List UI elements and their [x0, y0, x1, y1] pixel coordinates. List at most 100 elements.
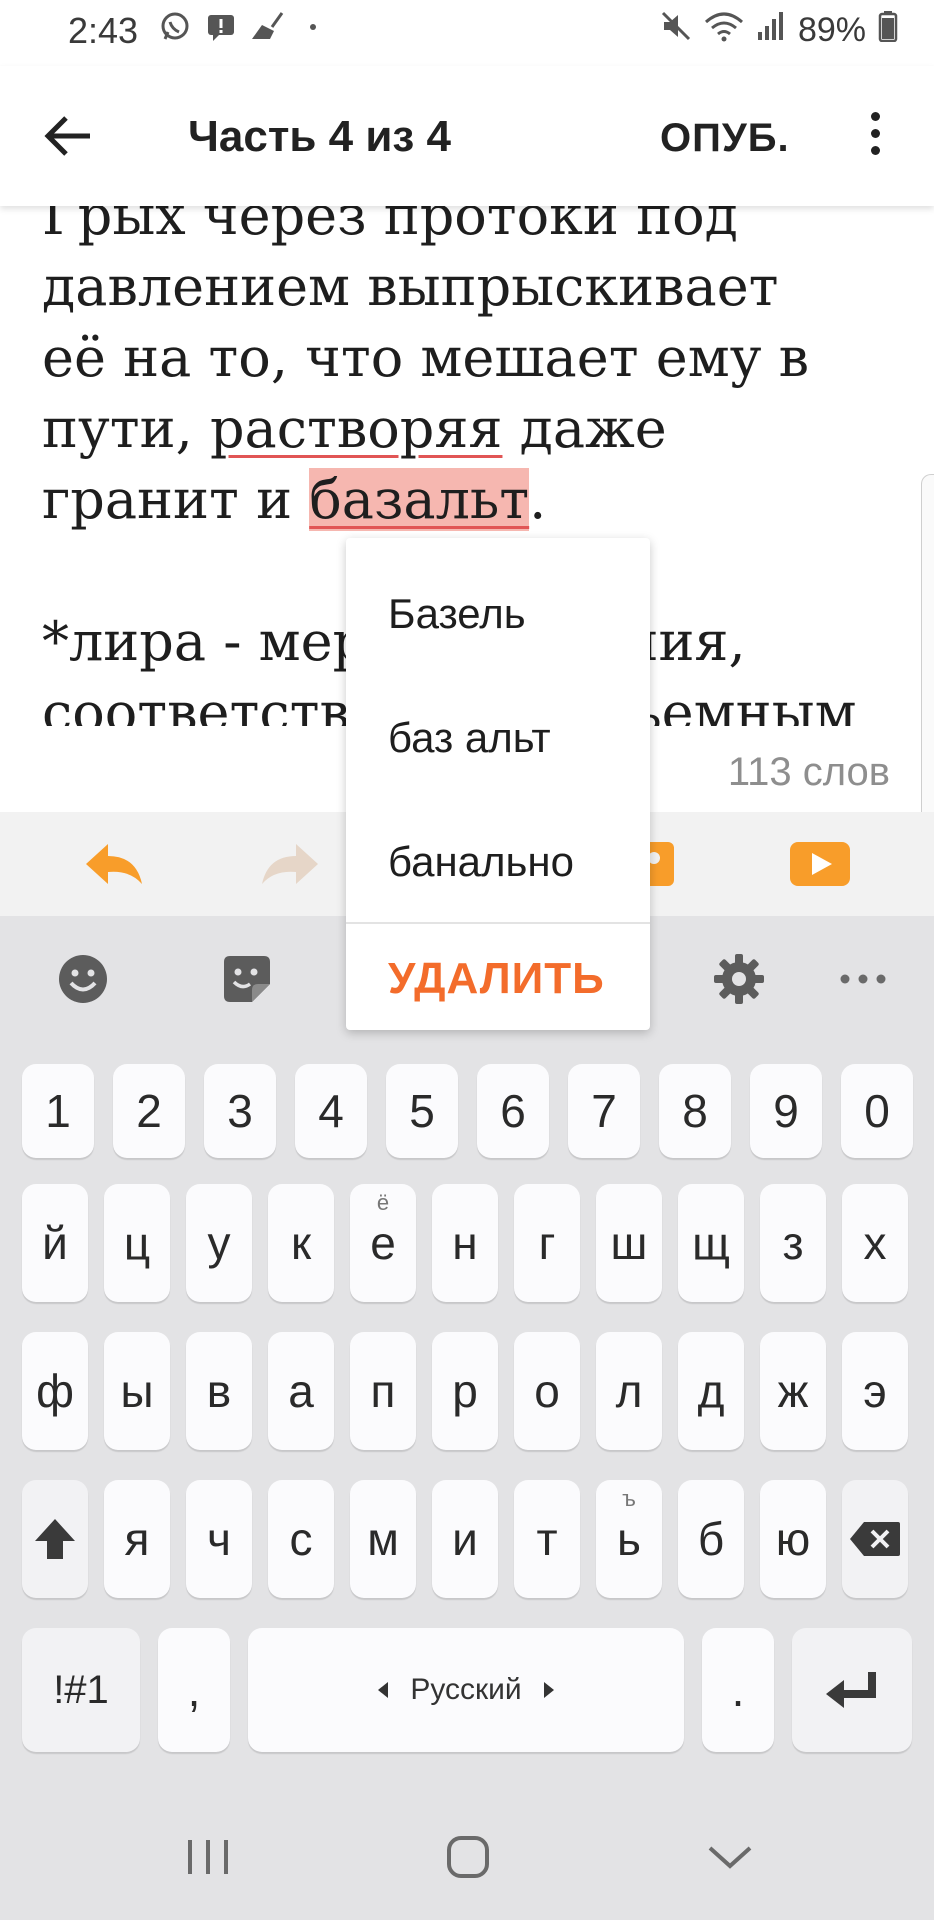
backspace-key[interactable] — [842, 1480, 908, 1598]
more-options-icon[interactable] — [860, 112, 890, 162]
key-ы[interactable]: ы — [104, 1332, 170, 1450]
more-horizontal-icon[interactable] — [836, 952, 890, 1006]
scroll-handle[interactable] — [921, 474, 934, 836]
soft-keyboard: 1 2 3 4 5 6 7 8 9 0 й ц у к ё е н г ш щ … — [0, 916, 934, 1920]
key-м[interactable]: м — [350, 1480, 416, 1598]
editor-text-segment: пути, — [42, 397, 210, 460]
battery-icon — [878, 10, 898, 51]
suggestion-item[interactable]: баз альт — [388, 714, 551, 762]
publish-button[interactable]: ОПУБ. — [660, 116, 790, 161]
editor-text-segment: даже — [502, 397, 667, 460]
key-ю[interactable]: ю — [760, 1480, 826, 1598]
editor-line: давлением выпрыскивает — [42, 255, 779, 318]
key-в[interactable]: в — [186, 1332, 252, 1450]
delete-word-button[interactable]: УДАЛИТЬ — [388, 954, 605, 1004]
language-left-arrow-icon — [378, 1682, 389, 1698]
wifi-icon — [704, 10, 744, 51]
key-с[interactable]: с — [268, 1480, 334, 1598]
editor-text-segment: . — [529, 468, 547, 531]
key-к[interactable]: к — [268, 1184, 334, 1302]
suggestion-item[interactable]: Базель — [388, 590, 526, 638]
key-а[interactable]: а — [268, 1332, 334, 1450]
insert-video-icon[interactable] — [788, 838, 852, 890]
key-ж[interactable]: ж — [760, 1332, 826, 1450]
key-8[interactable]: 8 — [659, 1064, 731, 1158]
key-1[interactable]: 1 — [22, 1064, 94, 1158]
app-bar: Часть 4 из 4 ОПУБ. — [0, 66, 934, 206]
key-3[interactable]: 3 — [204, 1064, 276, 1158]
key-0[interactable]: 0 — [841, 1064, 913, 1158]
key-л[interactable]: л — [596, 1332, 662, 1450]
key-е[interactable]: ё е — [350, 1184, 416, 1302]
part-title: Часть 4 из 4 — [188, 112, 451, 161]
back-arrow-icon[interactable] — [40, 108, 100, 164]
spelling-suggestions-popup: Базель баз альт банально УДАЛИТЬ — [346, 538, 650, 1030]
system-navigation-bar — [0, 1792, 934, 1920]
space-language-label: Русский — [410, 1673, 522, 1706]
key-я[interactable]: я — [104, 1480, 170, 1598]
key-ш[interactable]: ш — [596, 1184, 662, 1302]
editor-line: пути, растворяя даже — [42, 393, 902, 464]
popup-divider — [346, 922, 650, 924]
key-п[interactable]: п — [350, 1332, 416, 1450]
misspelled-word[interactable]: растворяя — [210, 397, 503, 460]
home-icon[interactable] — [438, 1832, 498, 1882]
language-right-arrow-icon — [543, 1682, 554, 1698]
key-т[interactable]: т — [514, 1480, 580, 1598]
key-hint: ё — [376, 1190, 390, 1215]
key-ф[interactable]: ф — [22, 1332, 88, 1450]
key-н[interactable]: н — [432, 1184, 498, 1302]
alert-message-icon — [204, 10, 238, 44]
key-4[interactable]: 4 — [295, 1064, 367, 1158]
key-х[interactable]: х — [842, 1184, 908, 1302]
enter-key[interactable] — [792, 1628, 912, 1752]
editor-line: гранит и базальт. — [42, 464, 902, 535]
whatsapp-icon — [158, 10, 192, 44]
backspace-icon — [850, 1522, 900, 1556]
more-notifications-dot — [310, 24, 316, 30]
key-5[interactable]: 5 — [386, 1064, 458, 1158]
period-key[interactable]: . — [702, 1628, 774, 1752]
key-й[interactable]: й — [22, 1184, 88, 1302]
key-6[interactable]: 6 — [477, 1064, 549, 1158]
selected-misspelled-word[interactable]: базальт — [309, 468, 530, 531]
shift-arrow-icon — [35, 1519, 75, 1559]
key-о[interactable]: о — [514, 1332, 580, 1450]
key-г[interactable]: г — [514, 1184, 580, 1302]
status-system-icons: 89% — [660, 10, 898, 51]
key-9[interactable]: 9 — [750, 1064, 822, 1158]
key-щ[interactable]: щ — [678, 1184, 744, 1302]
suggestion-item[interactable]: банально — [388, 838, 574, 886]
symbols-key[interactable]: !#1 — [22, 1628, 140, 1752]
key-б[interactable]: б — [678, 1480, 744, 1598]
key-у[interactable]: у — [186, 1184, 252, 1302]
redo-icon[interactable] — [258, 838, 322, 890]
status-time: 2:43 — [68, 10, 139, 51]
key-ч[interactable]: ч — [186, 1480, 252, 1598]
key-р[interactable]: р — [432, 1332, 498, 1450]
key-ь[interactable]: ъ ь — [596, 1480, 662, 1598]
status-notification-icons — [158, 10, 316, 44]
key-2[interactable]: 2 — [113, 1064, 185, 1158]
editor-line: её на то, что мешает ему в — [42, 326, 810, 389]
key-hint: ъ — [622, 1486, 636, 1511]
battery-percent: 89% — [797, 11, 866, 49]
key-э[interactable]: э — [842, 1332, 908, 1450]
key-д[interactable]: д — [678, 1332, 744, 1450]
sticker-icon[interactable] — [220, 952, 274, 1006]
word-count: 113 слов — [727, 750, 890, 794]
undo-icon[interactable] — [82, 838, 146, 890]
key-7[interactable]: 7 — [568, 1064, 640, 1158]
settings-gear-icon[interactable] — [712, 952, 766, 1006]
space-key[interactable]: Русский — [248, 1628, 684, 1752]
key-з[interactable]: з — [760, 1184, 826, 1302]
key-ц[interactable]: ц — [104, 1184, 170, 1302]
key-и[interactable]: и — [432, 1480, 498, 1598]
emoji-icon[interactable] — [56, 952, 110, 1006]
shift-key[interactable] — [22, 1480, 88, 1598]
enter-icon — [826, 1672, 876, 1708]
recent-apps-icon[interactable] — [178, 1832, 238, 1882]
comma-key[interactable]: , — [158, 1628, 230, 1752]
hide-keyboard-chevron-icon[interactable] — [700, 1832, 760, 1882]
mute-icon — [660, 10, 692, 51]
